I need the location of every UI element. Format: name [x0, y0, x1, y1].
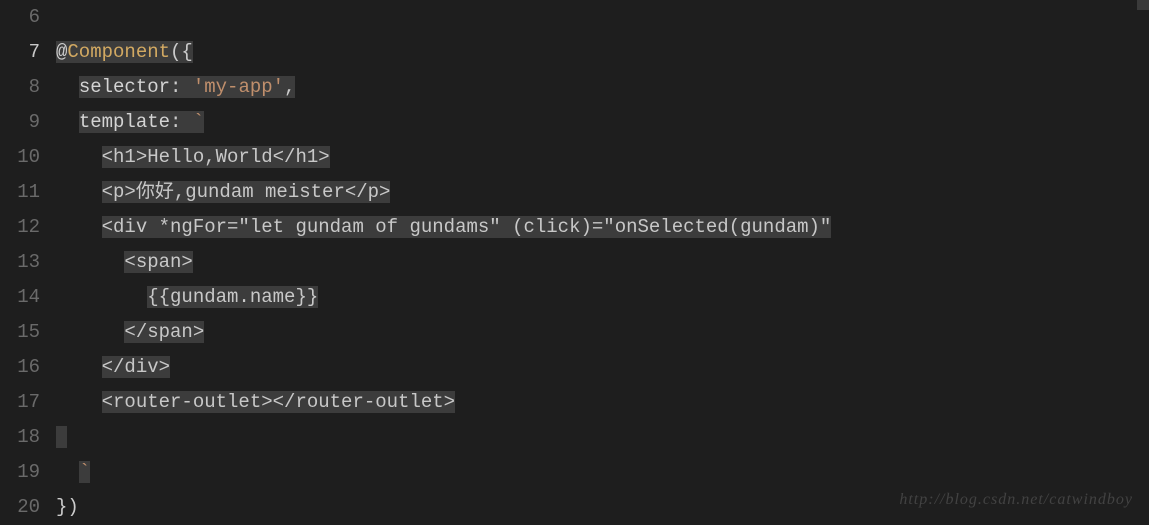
code-line[interactable]: [56, 0, 1149, 35]
watermark-text: http://blog.csdn.net/catwindboy: [899, 482, 1133, 517]
line-number: 11: [0, 175, 40, 210]
vertical-scrollbar[interactable]: [1137, 0, 1149, 10]
code-line[interactable]: </span>: [56, 315, 1149, 350]
code-line[interactable]: [56, 420, 1149, 455]
line-number: 15: [0, 315, 40, 350]
line-number: 17: [0, 385, 40, 420]
line-number: 6: [0, 0, 40, 35]
line-number: 8: [0, 70, 40, 105]
line-number: 18: [0, 420, 40, 455]
line-number: 10: [0, 140, 40, 175]
code-line[interactable]: template: `: [56, 105, 1149, 140]
line-number: 12: [0, 210, 40, 245]
code-area[interactable]: @Component({ selector: 'my-app', templat…: [48, 0, 1149, 525]
line-number: 14: [0, 280, 40, 315]
code-editor[interactable]: 67891011121314151617181920 @Component({ …: [0, 0, 1149, 525]
line-number: 16: [0, 350, 40, 385]
line-number: 13: [0, 245, 40, 280]
code-line[interactable]: @Component({: [56, 35, 1149, 70]
code-line[interactable]: <h1>Hello,World</h1>: [56, 140, 1149, 175]
code-line[interactable]: <span>: [56, 245, 1149, 280]
code-line[interactable]: selector: 'my-app',: [56, 70, 1149, 105]
line-number: 9: [0, 105, 40, 140]
code-line[interactable]: <p>你好,gundam meister</p>: [56, 175, 1149, 210]
code-line[interactable]: </div>: [56, 350, 1149, 385]
code-line[interactable]: <div *ngFor="let gundam of gundams" (cli…: [56, 210, 1149, 245]
line-number: 7: [0, 35, 40, 70]
line-number-gutter: 67891011121314151617181920: [0, 0, 48, 525]
line-number: 20: [0, 490, 40, 525]
code-line[interactable]: <router-outlet></router-outlet>: [56, 385, 1149, 420]
line-number: 19: [0, 455, 40, 490]
code-line[interactable]: {{gundam.name}}: [56, 280, 1149, 315]
